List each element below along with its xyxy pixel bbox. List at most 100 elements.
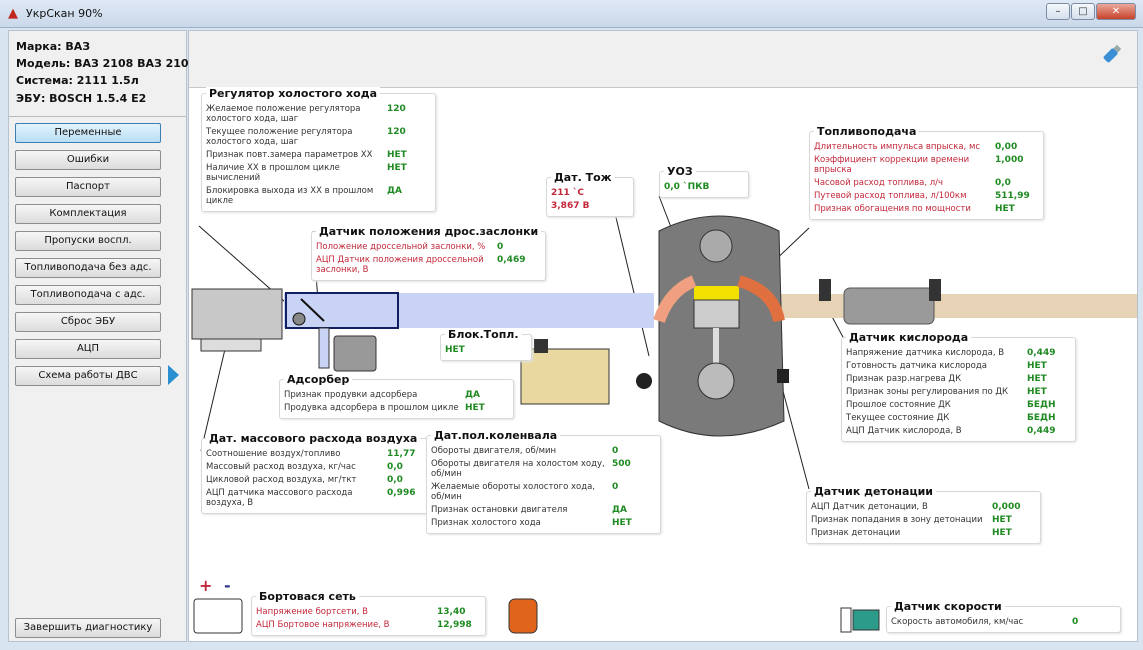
vehicle-make: Марка: ВАЗ <box>16 40 91 53</box>
param-value: НЕТ <box>387 150 407 160</box>
param-value: 0 <box>497 242 504 252</box>
param-row: Соотношение воздух/топливо 11,77 <box>206 449 431 459</box>
param-value: ДА <box>465 390 480 400</box>
param-row: Признак попадания в зону детонации НЕТ <box>811 515 1036 525</box>
param-row: АЦП Датчик детонации, В 0,000 <box>811 502 1036 512</box>
nav-button-7[interactable]: Топливоподача с адс. <box>15 285 161 305</box>
param-row: Признак остановки двигателя ДА <box>431 505 656 515</box>
param-row: НЕТ <box>445 345 527 355</box>
param-label: Признак попадания в зону детонации <box>811 515 983 525</box>
param-row: Скорость автомобиля, км/час 0 <box>891 617 1116 627</box>
param-value: НЕТ <box>612 518 632 528</box>
param-value: ДА <box>612 505 627 515</box>
nav-button-6[interactable]: Топливоподача без адс. <box>15 258 161 278</box>
title-bar: ▲ УкрСкан 90% – □ ✕ <box>0 0 1143 28</box>
param-row: Признак зоны регулирования по ДК НЕТ <box>846 387 1071 397</box>
param-value: 0 <box>612 482 619 492</box>
param-label: Соотношение воздух/топливо <box>206 449 341 459</box>
nav-button-10[interactable]: Схема работы ДВС <box>15 366 161 386</box>
nav-button-1[interactable]: Переменные <box>15 123 161 143</box>
oxygen-sensor-2 <box>929 279 941 301</box>
param-row: Цикловой расход воздуха, мг/ткт 0,0 <box>206 475 431 485</box>
battery-icon <box>193 598 243 634</box>
panel-coolant: Дат. Тож 211 `C 3,867 В <box>546 171 634 217</box>
param-value: 0,449 <box>1027 426 1056 436</box>
param-label: Признак разр.нагрева ДК <box>846 374 962 384</box>
param-row: Положение дроссельной заслонки, % 0 <box>316 242 541 252</box>
app-logo-icon: ▲ <box>8 6 18 21</box>
camshaft <box>699 229 733 263</box>
param-value: БЕДН <box>1027 413 1056 423</box>
panel-title: УОЗ <box>664 165 696 178</box>
panel-fuelblock: Блок.Топл. НЕТ <box>440 328 532 361</box>
param-row: 211 `C <box>551 188 629 198</box>
param-label: Длительность импульса впрыска, мс <box>814 142 981 152</box>
param-row: АЦП Бортовое напряжение, В 12,998 <box>256 620 481 630</box>
active-arrow-icon <box>168 365 179 385</box>
param-label: Коэффициент коррекции времени впрыска <box>814 155 970 175</box>
panel-maf: Дат. массового расхода воздуха Соотношени… <box>201 432 436 514</box>
crankshaft <box>697 362 735 400</box>
close-button[interactable]: ✕ <box>1096 3 1136 20</box>
param-value: 0,996 <box>387 488 416 498</box>
finish-diagnostics-button[interactable]: Завершить диагностику <box>15 618 161 638</box>
param-value: 0 <box>612 446 619 456</box>
param-row: Желаемое положение регулятора холостого … <box>206 104 431 124</box>
panel-fuel: Топливоподача Длительность импульса впрыс… <box>809 125 1044 220</box>
param-row: Обороты двигателя на холостом ходу, об/м… <box>431 459 656 479</box>
param-label: Признак холостого хода <box>431 518 541 528</box>
nav-button-9[interactable]: АЦП <box>15 339 161 359</box>
param-label: Продувка адсорбера в прошлом цикле <box>284 403 459 413</box>
panel-title: Адсорбер <box>284 373 353 386</box>
param-label: Положение дроссельной заслонки, % <box>316 242 486 252</box>
param-row: Часовой расход топлива, л/ч 0,0 <box>814 178 1039 188</box>
vehicle-model: Модель: ВАЗ 2108 ВАЗ 210 <box>16 57 189 70</box>
param-label: Путевой расход топлива, л/100км <box>814 191 967 201</box>
nav-button-3[interactable]: Паспорт <box>15 177 161 197</box>
param-label: Готовность датчика кислорода <box>846 361 987 371</box>
param-row: Готовность датчика кислорода НЕТ <box>846 361 1071 371</box>
param-label: Напряжение датчика кислорода, В <box>846 348 1005 358</box>
nav-button-2[interactable]: Ошибки <box>15 150 161 170</box>
param-value: 0 <box>1072 617 1079 627</box>
panel-title: Дат. массового расхода воздуха <box>206 432 421 445</box>
param-label: Текущее состояние ДК <box>846 413 950 423</box>
minimize-button[interactable]: – <box>1046 3 1070 20</box>
param-value: 0,0 <box>387 462 403 472</box>
param-value: 211 `C <box>551 188 585 198</box>
param-value: 500 <box>612 459 631 469</box>
param-label: АЦП Датчик положения дроссельной заслонк… <box>316 255 484 275</box>
maximize-button[interactable]: □ <box>1071 3 1095 20</box>
panel-throttle: Датчик положения дрос.заслонки Положение … <box>311 225 546 281</box>
param-value: НЕТ <box>1027 387 1047 397</box>
panel-oxygen: Датчик кислорода Напряжение датчика кисло… <box>841 331 1076 442</box>
param-row: Текущее состояние ДК БЕДН <box>846 413 1071 423</box>
param-value: ДА <box>387 186 402 196</box>
panel-adsorber: Адсорбер Признак продувки адсорбера ДА Прод… <box>279 373 514 419</box>
panel-knock: Датчик детонации АЦП Датчик детонации, В 0… <box>806 485 1041 544</box>
nav-button-5[interactable]: Пропуски воспл. <box>15 231 161 251</box>
vehicle-ecu: ЭБУ: BOSCH 1.5.4 E2 <box>16 92 147 105</box>
param-row: 0,0 `ПКВ <box>664 182 744 192</box>
panel-timing: УОЗ 0,0 `ПКВ <box>659 165 749 198</box>
param-value: НЕТ <box>387 163 407 173</box>
param-row: Наличие ХХ в прошлом цикле вычислений НЕТ <box>206 163 431 183</box>
param-value: 0,000 <box>992 502 1021 512</box>
idle-regulator <box>292 312 306 326</box>
panel-title: Датчик кислорода <box>846 331 972 344</box>
param-value: НЕТ <box>1027 374 1047 384</box>
param-value: 0,469 <box>497 255 526 265</box>
param-row: АЦП Датчик кислорода, В 0,449 <box>846 426 1071 436</box>
nav-button-8[interactable]: Сброс ЭБУ <box>15 312 161 332</box>
param-value: БЕДН <box>1027 400 1056 410</box>
adsorber-canister <box>333 335 377 372</box>
param-row: Блокировка выхода из ХХ в прошлом цикле Д… <box>206 186 431 206</box>
param-label: Напряжение бортсети, В <box>256 607 368 617</box>
param-label: Текущее положение регулятора холостого х… <box>206 127 353 147</box>
param-row: АЦП датчика массового расхода воздуха, В… <box>206 488 431 508</box>
param-label: АЦП Бортовое напряжение, В <box>256 620 390 630</box>
param-label: Обороты двигателя на холостом ходу, об/м… <box>431 459 605 479</box>
param-label: Признак повт.замера параметров ХХ <box>206 150 373 160</box>
param-row: Массовый расход воздуха, кг/час 0,0 <box>206 462 431 472</box>
nav-button-4[interactable]: Комплектация <box>15 204 161 224</box>
